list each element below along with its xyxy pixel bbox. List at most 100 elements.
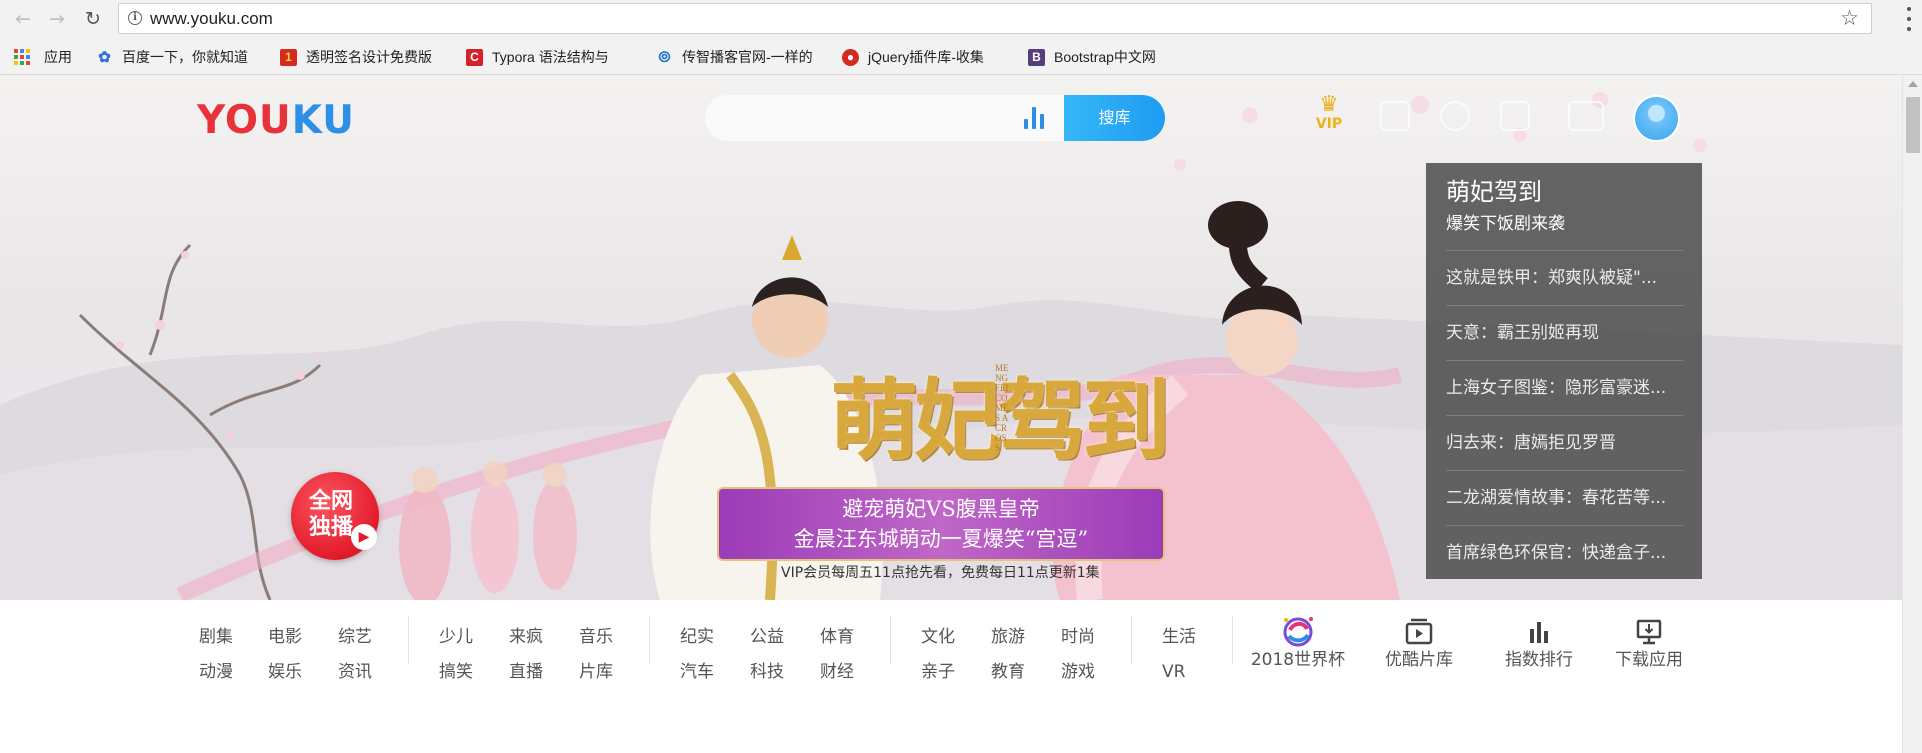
itcast-site-icon: ⦾ (658, 48, 671, 66)
category-link[interactable]: 综艺 (338, 627, 372, 647)
category-link[interactable]: 旅游 (991, 627, 1025, 647)
vip-label: VIP (1315, 116, 1343, 132)
category-link[interactable]: 体育 (820, 627, 854, 647)
address-bar[interactable]: i www.youku.com ☆ (118, 3, 1872, 34)
ranking-item[interactable]: 天意：霸王别姬再现 (1446, 305, 1684, 361)
divider (408, 616, 409, 664)
bookmark-star-icon[interactable]: ☆ (1840, 6, 1859, 30)
bookmark-signature[interactable]: 1 透明签名设计免费版 (280, 47, 432, 67)
baidu-paw-icon: ✿ (98, 49, 111, 66)
category-link[interactable]: 教育 (991, 662, 1025, 682)
ranking-title[interactable]: 萌妃驾到 (1446, 177, 1542, 207)
history-icon[interactable] (1380, 101, 1410, 131)
world-cup-icon (1243, 614, 1353, 650)
quick-link-film-library[interactable]: 优酷片库 (1364, 614, 1474, 670)
youku-logo[interactable]: YOUKU (197, 101, 355, 141)
bookmark-label: 透明签名设计免费版 (306, 49, 432, 65)
bookmark-label: 应用 (44, 49, 72, 65)
hero-banner[interactable]: YOUKU 搜库 ♛ VIP 萌妃驾到 爆笑下饭剧来袭 这就是铁甲：郑爽队被疑"… (0, 75, 1902, 600)
quick-link-world-cup[interactable]: 2018世界杯 (1243, 614, 1353, 670)
category-link[interactable]: 时尚 (1061, 627, 1095, 647)
bookmark-baidu[interactable]: ✿ 百度一下，你就知道 (96, 47, 248, 67)
tagline-line2: 金晨汪东城萌动一夏爆笑“宫逗” (793, 527, 1089, 551)
apps-grid-icon (14, 49, 30, 65)
category-link[interactable]: 娱乐 (268, 662, 302, 682)
category-link[interactable]: 文化 (921, 627, 955, 647)
category-link[interactable]: 财经 (820, 662, 854, 682)
category-link[interactable]: 直播 (509, 662, 543, 682)
quick-link-download-app[interactable]: 下载应用 (1594, 614, 1704, 670)
divider (1232, 616, 1233, 664)
ranking-item[interactable]: 首席绿色环保官：快递盒子... (1446, 525, 1684, 581)
back-arrow-icon[interactable]: ← (10, 6, 36, 32)
youku-page: YOUKU 搜库 ♛ VIP 萌妃驾到 爆笑下饭剧来袭 这就是铁甲：郑爽队被疑"… (0, 75, 1902, 753)
vip-entry[interactable]: ♛ VIP (1309, 92, 1349, 132)
category-link[interactable]: 公益 (750, 627, 784, 647)
browser-toolbar: ← → ↻ i www.youku.com ☆ (0, 0, 1922, 39)
category-link[interactable]: 科技 (750, 662, 784, 682)
bookmark-label: jQuery插件库-收集 (868, 49, 984, 65)
play-icon: ▶ (351, 524, 377, 550)
typora-site-icon: C (466, 48, 483, 66)
category-link[interactable]: 搞笑 (439, 662, 473, 682)
bookmarks-bar: 应用 ✿ 百度一下，你就知道 1 透明签名设计免费版 C Typora 语法结构… (0, 38, 1922, 75)
category-link[interactable]: 游戏 (1061, 662, 1095, 682)
category-link[interactable]: 音乐 (579, 627, 613, 647)
site-info-icon[interactable]: i (128, 11, 142, 25)
message-icon[interactable] (1500, 101, 1530, 131)
ranking-item[interactable]: 上海女子图鉴：隐形富豪迷... (1446, 360, 1684, 416)
category-link[interactable]: 剧集 (199, 627, 233, 647)
crown-icon: ♛ (1319, 92, 1339, 117)
page-scrollbar[interactable] (1902, 75, 1922, 753)
exclusive-badge: 全网独播 ▶ (291, 472, 379, 560)
bookmark-typora[interactable]: C Typora 语法结构与 (466, 47, 609, 67)
category-link[interactable]: 动漫 (199, 662, 233, 682)
search-button[interactable]: 搜库 (1064, 95, 1165, 141)
bookmark-label: 百度一下，你就知道 (122, 49, 248, 65)
user-avatar[interactable] (1633, 95, 1680, 142)
url-text[interactable]: www.youku.com (150, 9, 273, 29)
category-link[interactable]: 少儿 (439, 627, 473, 647)
category-link[interactable]: 汽车 (680, 662, 714, 682)
hot-ranking-panel: 萌妃驾到 爆笑下饭剧来袭 这就是铁甲：郑爽队被疑"... 天意：霸王别姬再现 上… (1426, 163, 1702, 579)
signature-site-icon: 1 (280, 48, 297, 66)
bookmark-bootstrap[interactable]: B Bootstrap中文网 (1028, 47, 1156, 67)
upload-icon[interactable] (1440, 101, 1470, 131)
divider (1131, 616, 1132, 664)
category-link[interactable]: VR (1162, 662, 1185, 682)
scroll-up-arrow-icon[interactable] (1908, 81, 1918, 87)
drama-subtitle-en: MENGFEI COMES ACROSS (995, 363, 1009, 453)
bookmark-apps[interactable]: 应用 (14, 47, 72, 67)
client-download-icon[interactable] (1568, 101, 1604, 131)
reload-icon[interactable]: ↻ (80, 6, 106, 32)
voice-search-icon[interactable] (1024, 107, 1044, 129)
ranking-item[interactable]: 二龙湖爱情故事：春花苦等... (1446, 470, 1684, 526)
monitor-download-icon (1594, 614, 1704, 650)
ranking-subtitle: 爆笑下饭剧来袭 (1446, 214, 1565, 234)
bookmark-label: 传智播客官网-一样的 (682, 49, 813, 65)
category-link[interactable]: 亲子 (921, 662, 955, 682)
ranking-item[interactable]: 归去来：唐嫣拒见罗晋 (1446, 415, 1684, 471)
category-link[interactable]: 来疯 (509, 627, 543, 647)
divider (890, 616, 891, 664)
bookmark-jquery[interactable]: ● jQuery插件库-收集 (842, 47, 984, 67)
ranking-item[interactable]: 这就是铁甲：郑爽队被疑"... (1446, 250, 1684, 306)
browser-menu-icon[interactable] (1906, 7, 1912, 31)
category-link[interactable]: 生活 (1162, 627, 1196, 647)
bookmark-label: Bootstrap中文网 (1054, 49, 1156, 65)
tagline-box: 避宠萌妃VS腹黑皇帝 金晨汪东城萌动一夏爆笑“宫逗” (717, 487, 1165, 561)
category-link[interactable]: 电影 (268, 627, 302, 647)
film-library-icon (1364, 614, 1474, 650)
quick-link-index-ranking[interactable]: 指数排行 (1484, 614, 1594, 670)
forward-arrow-icon[interactable]: → (44, 6, 70, 32)
tagline-line1: 避宠萌妃VS腹黑皇帝 (842, 497, 1040, 521)
bookmark-label: Typora 语法结构与 (492, 49, 609, 65)
category-link[interactable]: 纪实 (680, 627, 714, 647)
category-link[interactable]: 片库 (579, 662, 613, 682)
scroll-thumb[interactable] (1906, 97, 1920, 153)
bookmark-itcast[interactable]: ⦾ 传智播客官网-一样的 (656, 47, 813, 67)
bar-chart-icon (1484, 614, 1594, 650)
search-input[interactable]: 搜库 (705, 95, 1165, 141)
jquery-plugin-site-icon: ● (842, 48, 859, 66)
category-link[interactable]: 资讯 (338, 662, 372, 682)
